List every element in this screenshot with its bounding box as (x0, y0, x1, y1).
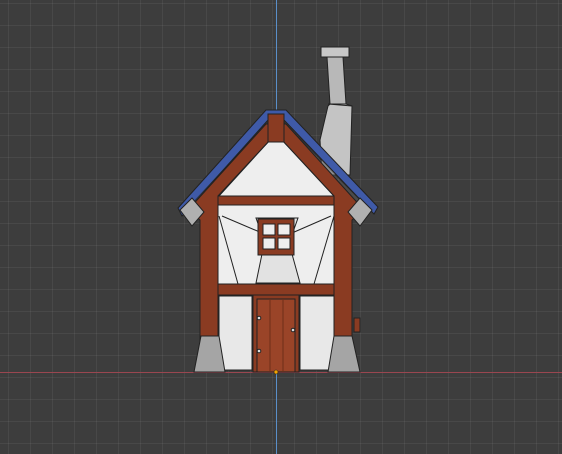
window[interactable] (257, 218, 295, 256)
3d-viewport[interactable] (0, 0, 562, 454)
object-origin-point (273, 369, 279, 375)
house-model[interactable] (0, 0, 562, 454)
door[interactable] (252, 294, 300, 373)
